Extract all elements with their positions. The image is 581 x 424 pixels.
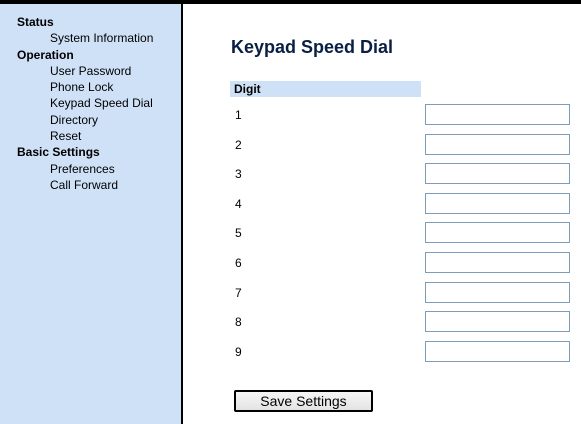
- page-title: Keypad Speed Dial: [231, 37, 394, 57]
- digit-label: 9: [235, 345, 242, 359]
- sidebar-item-directory[interactable]: Directory: [0, 112, 181, 128]
- speed-dial-row: 3: [230, 163, 575, 185]
- speed-dial-row: 2: [230, 134, 575, 156]
- digit-label: 5: [235, 226, 242, 240]
- speed-dial-row: 5: [230, 222, 575, 244]
- sidebar-item-system-information[interactable]: System Information: [0, 30, 181, 46]
- speed-dial-input-2[interactable]: [425, 134, 570, 155]
- digit-label: 8: [235, 315, 242, 329]
- page: Status System Information Operation User…: [0, 0, 581, 424]
- speed-dial-input-8[interactable]: [425, 311, 570, 332]
- digit-column-header: Digit: [230, 81, 421, 97]
- digit-label: 6: [235, 256, 242, 270]
- sidebar-section-basic-settings: Basic Settings: [17, 145, 100, 160]
- sidebar-item-preferences[interactable]: Preferences: [0, 161, 181, 177]
- digit-label: 4: [235, 197, 242, 211]
- speed-dial-row: 4: [230, 193, 575, 215]
- main-content: Keypad Speed Dial Digit 1 2 3 4 5 6 7 8 …: [183, 4, 581, 424]
- digit-label: 1: [235, 108, 242, 122]
- speed-dial-input-5[interactable]: [425, 222, 570, 243]
- sidebar: Status System Information Operation User…: [0, 4, 181, 424]
- digit-label: 7: [235, 286, 242, 300]
- speed-dial-row: 6: [230, 252, 575, 274]
- speed-dial-row: 1: [230, 104, 575, 126]
- sidebar-nav: Status System Information Operation User…: [0, 14, 181, 193]
- digit-label: 3: [235, 167, 242, 181]
- sidebar-item-user-password[interactable]: User Password: [0, 63, 181, 79]
- speed-dial-row: 7: [230, 282, 575, 304]
- speed-dial-input-6[interactable]: [425, 252, 570, 273]
- speed-dial-input-4[interactable]: [425, 193, 570, 214]
- sidebar-item-phone-lock[interactable]: Phone Lock: [0, 79, 181, 95]
- speed-dial-input-9[interactable]: [425, 341, 570, 362]
- speed-dial-input-3[interactable]: [425, 163, 570, 184]
- sidebar-section-status: Status: [17, 15, 54, 29]
- speed-dial-row: 8: [230, 311, 575, 333]
- digit-label: 2: [235, 138, 242, 152]
- speed-dial-input-7[interactable]: [425, 282, 570, 303]
- sidebar-item-keypad-speed-dial[interactable]: Keypad Speed Dial: [0, 95, 181, 111]
- speed-dial-input-1[interactable]: [425, 104, 570, 125]
- save-settings-button[interactable]: Save Settings: [234, 390, 373, 412]
- sidebar-item-call-forward[interactable]: Call Forward: [0, 177, 181, 193]
- speed-dial-row: 9: [230, 341, 575, 363]
- sidebar-item-reset[interactable]: Reset: [0, 128, 181, 144]
- sidebar-section-operation: Operation: [17, 47, 74, 62]
